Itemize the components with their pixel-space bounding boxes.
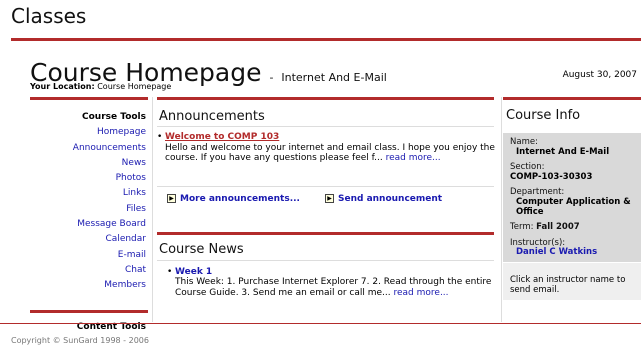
nav-item-announcements[interactable]: Announcements xyxy=(60,141,146,156)
nav-divider-bottom xyxy=(30,310,148,313)
arrow-right-icon: ▶ xyxy=(167,194,176,203)
info-divider xyxy=(503,97,641,100)
news-title: Course News xyxy=(159,242,244,257)
course-subtitle: Internet And E-Mail xyxy=(281,71,387,84)
instructor-link[interactable]: Daniel C Watkins xyxy=(510,248,641,258)
arrow-right-icon: ▶ xyxy=(325,194,334,203)
name-value: Internet And E-Mail xyxy=(516,146,610,157)
nav-item-chat[interactable]: Chat xyxy=(60,263,146,278)
term-label: Term: xyxy=(510,222,534,233)
footer-divider xyxy=(0,323,641,324)
nav-item-news[interactable]: News xyxy=(60,156,146,171)
news-read-more-link[interactable]: read more... xyxy=(394,288,449,298)
nav-divider xyxy=(30,97,148,100)
breadcrumb: Your Location: Course Homepage xyxy=(30,82,171,91)
location-value: Course Homepage xyxy=(97,82,172,91)
nav-item-members[interactable]: Members xyxy=(60,278,146,293)
nav-header-course-tools: Course Tools xyxy=(82,112,146,122)
announcement-body: Hello and welcome to your internet and e… xyxy=(165,142,495,164)
term-value: Fall 2007 xyxy=(536,222,580,233)
bullet-icon: • xyxy=(157,132,163,142)
course-title-separator: - xyxy=(269,71,274,84)
term-row: Term: Fall 2007 xyxy=(510,222,641,233)
bullet-icon: • xyxy=(167,267,173,277)
column-separator xyxy=(152,97,153,322)
section-value: COMP-103-30303 xyxy=(510,171,593,182)
news-rule xyxy=(157,260,494,261)
announcements-divider xyxy=(157,97,494,100)
course-info-title: Course Info xyxy=(506,108,581,123)
nav-item-calendar[interactable]: Calendar xyxy=(60,232,146,247)
send-announcement-row[interactable]: ▶ Send announcement xyxy=(325,194,442,204)
nav-item-homepage[interactable]: Homepage xyxy=(60,125,146,140)
announcement-read-more-link[interactable]: read more... xyxy=(386,153,441,163)
news-divider xyxy=(157,232,494,235)
announcements-rule xyxy=(157,126,494,127)
send-announcement-link[interactable]: Send announcement xyxy=(338,194,442,204)
location-label: Your Location: xyxy=(30,82,95,91)
current-date: August 30, 2007 xyxy=(562,70,637,80)
nav-item-photos[interactable]: Photos xyxy=(60,171,146,186)
instructor-note: Click an instructor name to send email. xyxy=(510,275,626,295)
news-item: • Week 1 This Week: 1. Purchase Internet… xyxy=(167,267,505,298)
announcements-rule-bottom xyxy=(157,186,494,187)
announcements-title: Announcements xyxy=(159,109,265,124)
department-value: Computer Application & Office xyxy=(516,196,631,217)
nav-item-message-board[interactable]: Message Board xyxy=(60,217,146,232)
nav-item-links[interactable]: Links xyxy=(60,186,146,201)
nav-item-files[interactable]: Files xyxy=(60,202,146,217)
page-heading: Classes xyxy=(11,4,87,28)
more-announcements-link[interactable]: More announcements... xyxy=(180,194,300,204)
more-announcements-row[interactable]: ▶ More announcements... xyxy=(167,194,300,204)
nav-item-email[interactable]: E-mail xyxy=(60,248,146,263)
course-tools-nav: Course Tools Homepage Announcements News… xyxy=(60,110,146,332)
news-title-link[interactable]: Week 1 xyxy=(175,267,212,277)
course-info-details: Name: Internet And E-Mail Section: COMP-… xyxy=(510,137,641,258)
announcement-item: • Welcome to COMP 103 Hello and welcome … xyxy=(157,132,500,164)
announcement-title-link[interactable]: Welcome to COMP 103 xyxy=(165,132,279,142)
top-divider xyxy=(11,38,641,41)
